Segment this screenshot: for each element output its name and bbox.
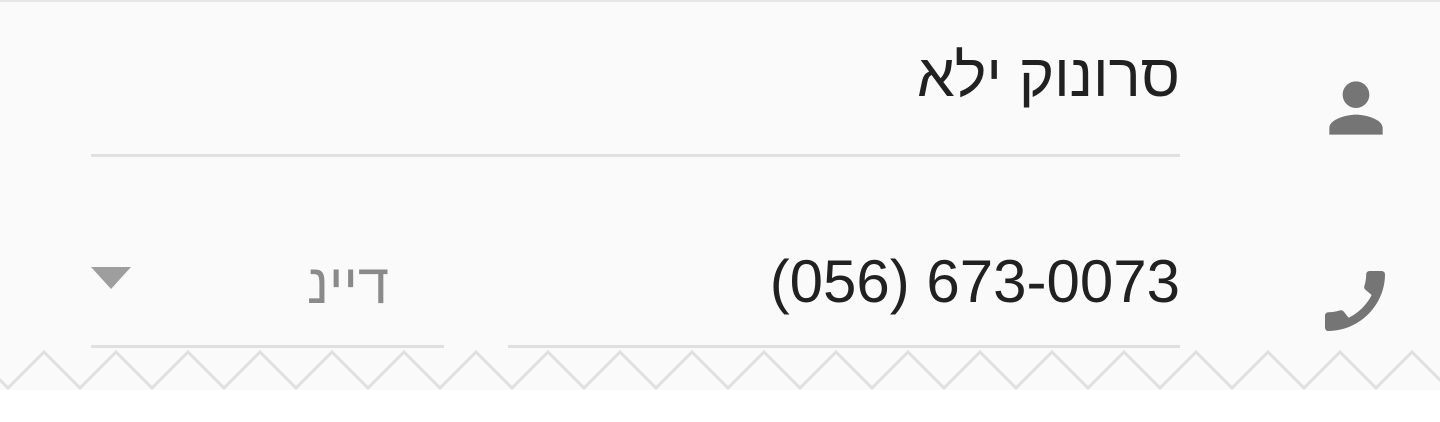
dropdown-arrow-icon [91,267,131,289]
phone-number-field[interactable]: (056) 673-0073 [770,252,1180,312]
phone-number-field-underline [508,345,1180,348]
torn-edge-divider [0,350,1440,391]
phone-icon [1325,271,1385,331]
person-icon [1329,81,1383,135]
name-field-underline [91,154,1180,157]
phone-type-underline [91,345,444,348]
name-field[interactable]: סרונוק ילא [917,46,1180,106]
phone-type-label: דיינ [307,252,389,315]
contact-editor-card: סרונוק ילא (056) 673-0073 דיינ [0,0,1440,390]
phone-type-dropdown[interactable]: דיינ [91,242,444,348]
